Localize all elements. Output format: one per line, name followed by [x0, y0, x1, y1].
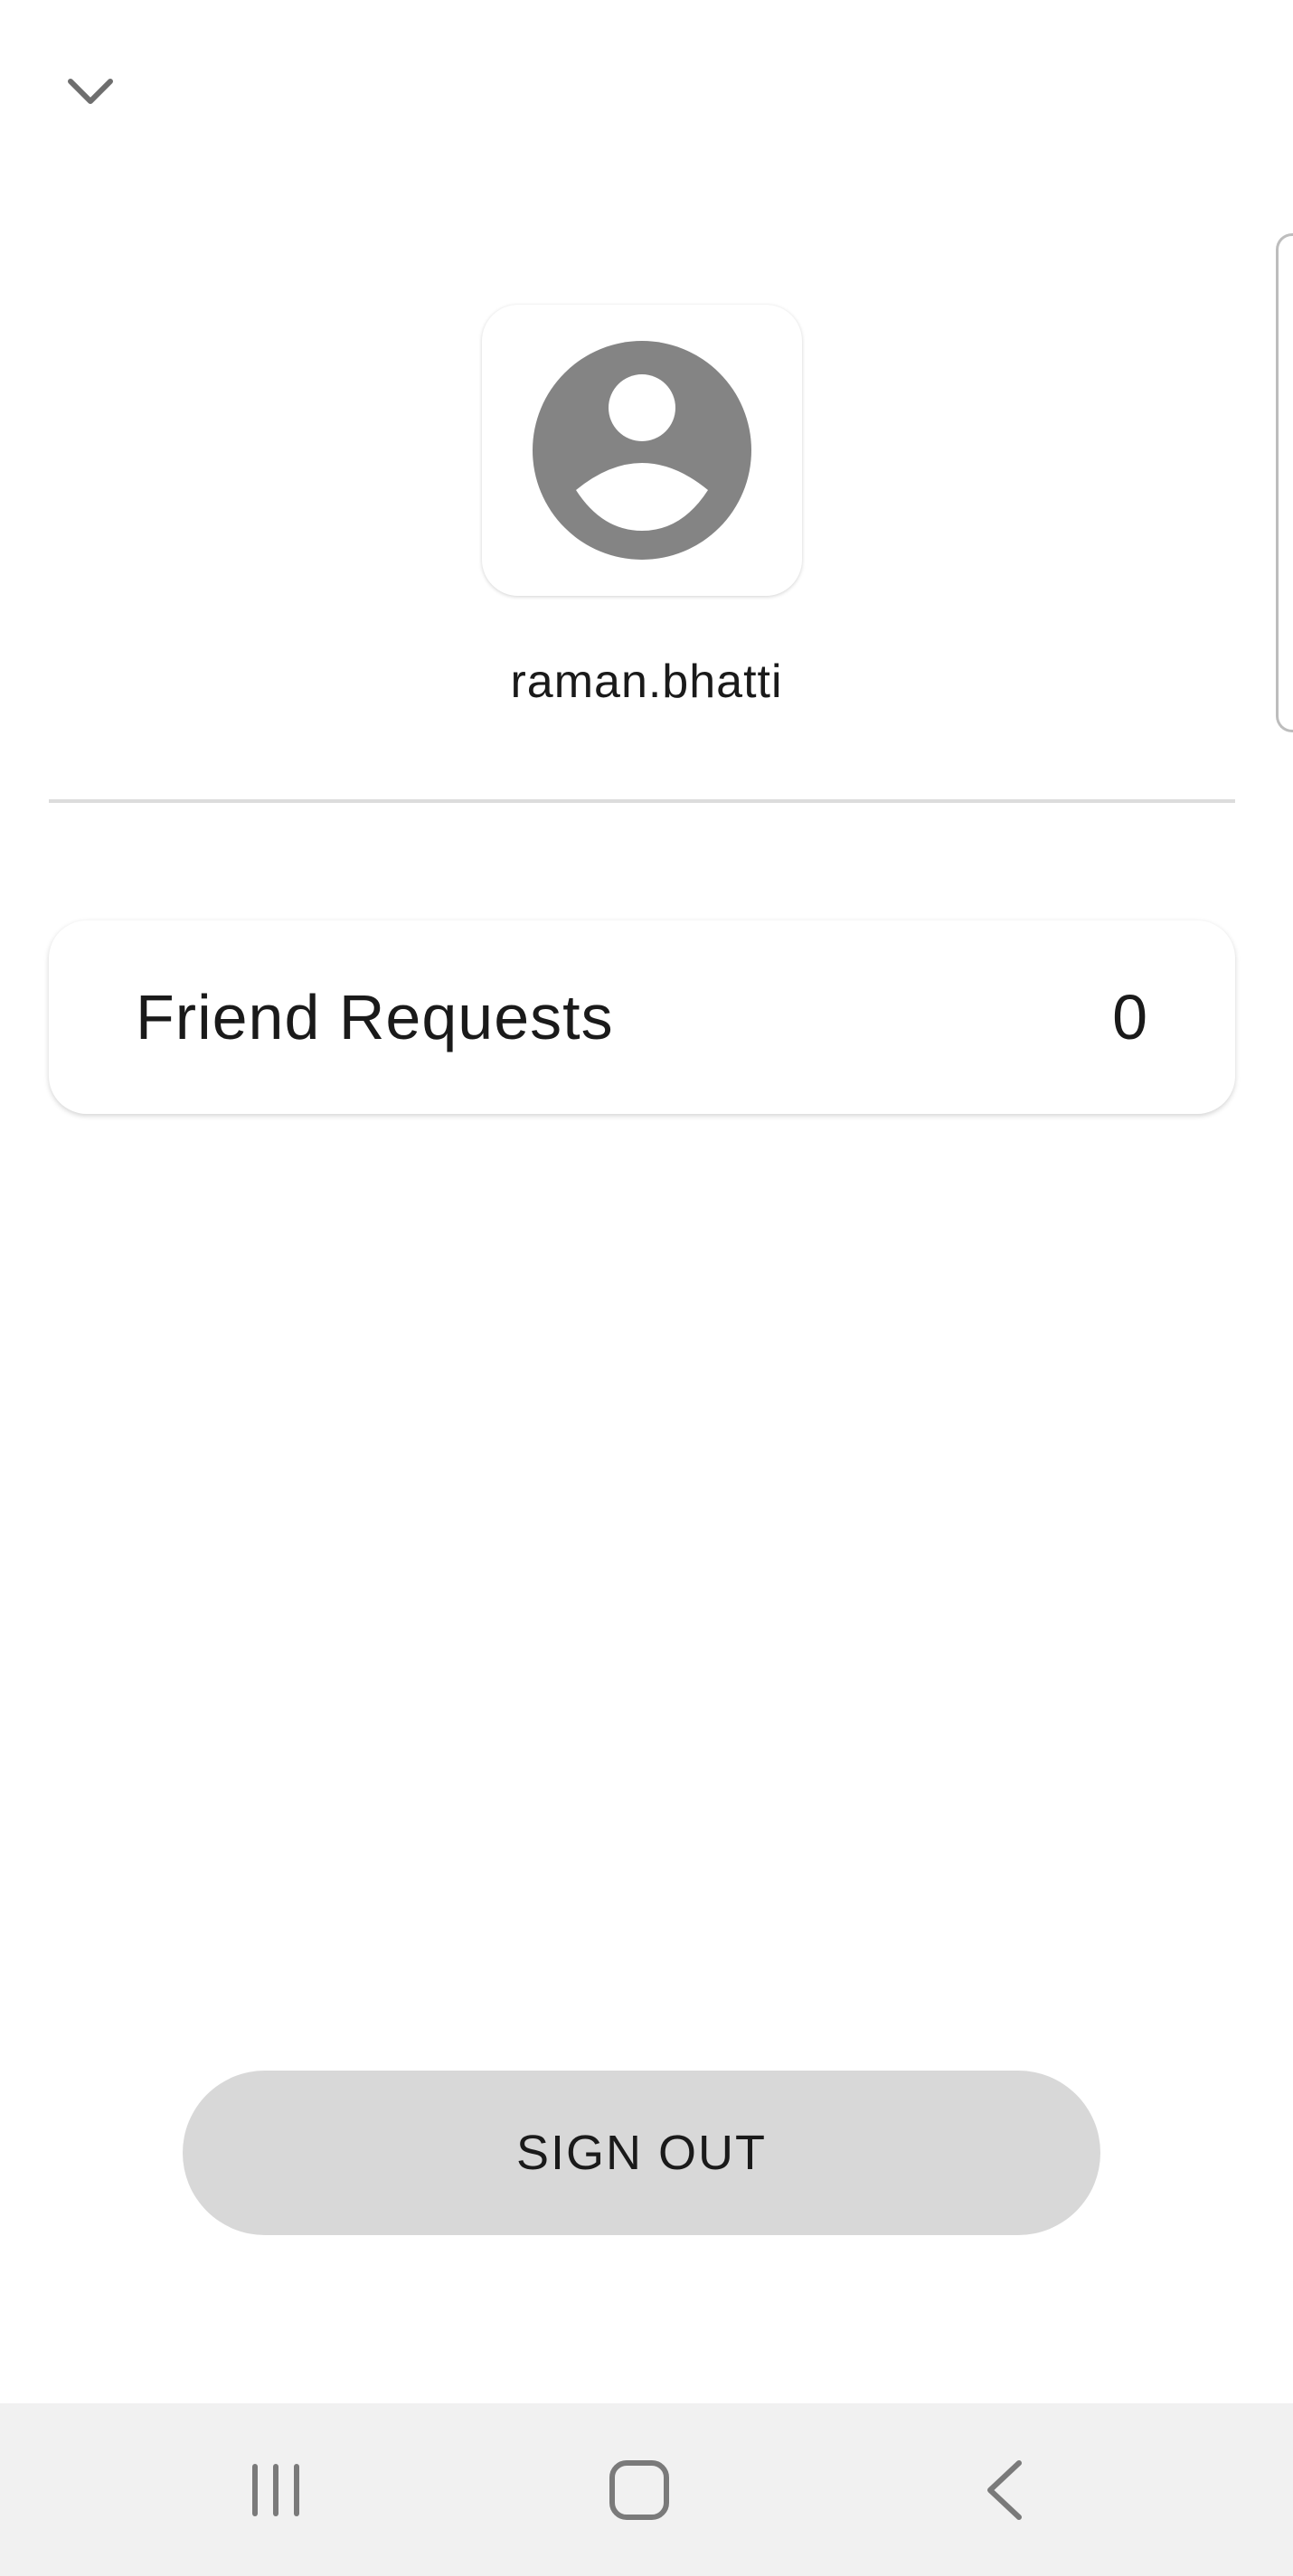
recent-apps-button[interactable] [203, 2403, 348, 2576]
chevron-down-icon [68, 79, 113, 104]
home-button[interactable] [567, 2403, 712, 2576]
collapse-button[interactable] [54, 54, 127, 127]
back-icon [987, 2459, 1022, 2520]
sign-out-button[interactable]: SIGN OUT [183, 2071, 1100, 2235]
home-icon [609, 2459, 669, 2520]
back-button[interactable] [932, 2403, 1077, 2576]
friend-requests-button[interactable]: Friend Requests 0 [49, 920, 1235, 1114]
friend-requests-count: 0 [1112, 982, 1148, 1052]
account-circle-icon [533, 341, 751, 560]
username: raman.bhatti [510, 656, 783, 708]
system-navigation-bar [0, 2403, 1293, 2576]
profile-screen: raman.bhatti Friend Requests 0 SIGN OUT [0, 0, 1293, 2576]
avatar[interactable] [482, 305, 802, 596]
friend-requests-label: Friend Requests [136, 982, 614, 1052]
divider [49, 799, 1235, 803]
recent-apps-icon [252, 2463, 299, 2516]
